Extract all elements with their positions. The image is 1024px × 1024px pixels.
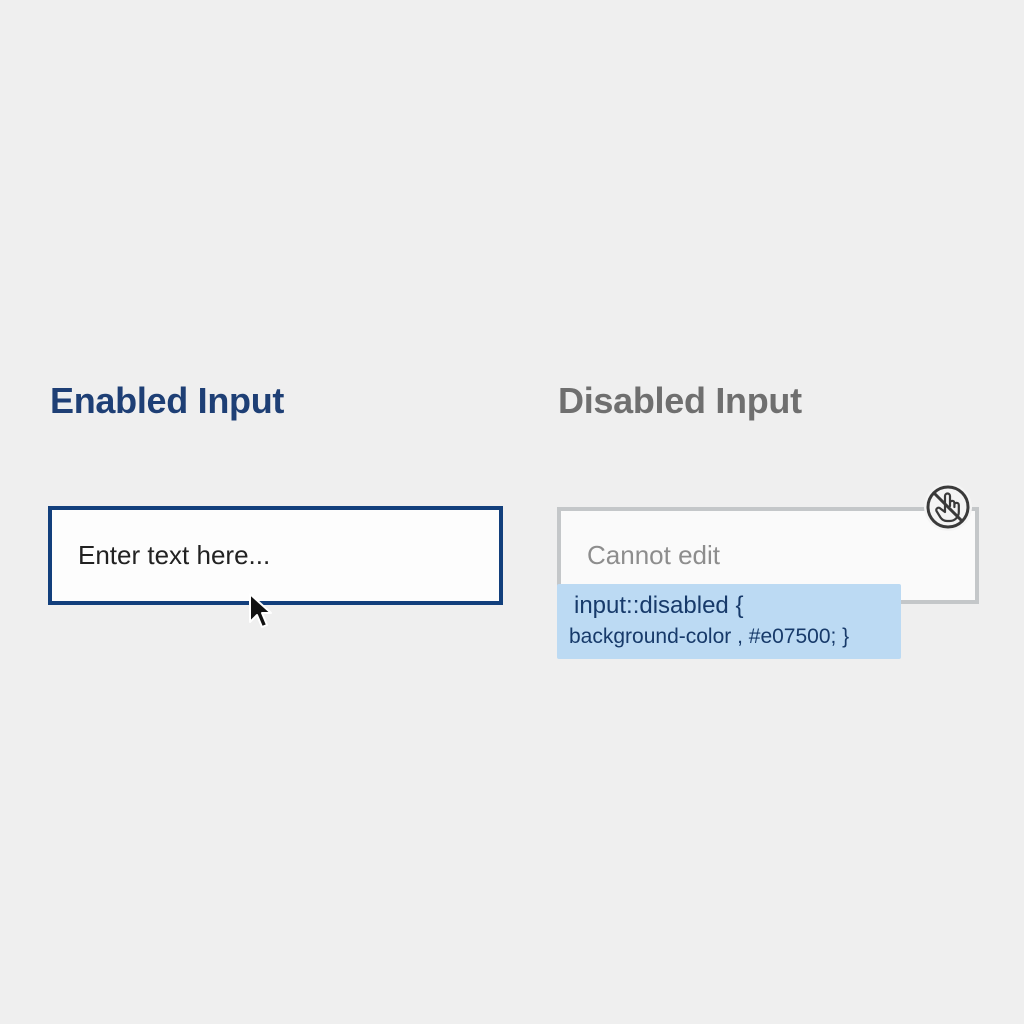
- tooltip-selector-line: input::disabled {: [574, 592, 744, 619]
- disabled-input-value: Cannot edit: [587, 540, 720, 570]
- mouse-pointer-icon: [249, 593, 272, 628]
- css-rule-tooltip: input::disabled { background-color , #e0…: [557, 584, 901, 659]
- enabled-input-placeholder: Enter text here...: [78, 540, 271, 570]
- tooltip-declaration-line: background-color , #e07500; }: [569, 625, 850, 648]
- disabled-input-heading: Disabled Input: [558, 380, 802, 421]
- enabled-text-input[interactable]: Enter text here...: [48, 506, 503, 605]
- no-touch-icon: [924, 483, 972, 531]
- demo-canvas: Enabled Input Disabled Input Enter text …: [0, 0, 1024, 1024]
- enabled-input-heading: Enabled Input: [50, 380, 285, 421]
